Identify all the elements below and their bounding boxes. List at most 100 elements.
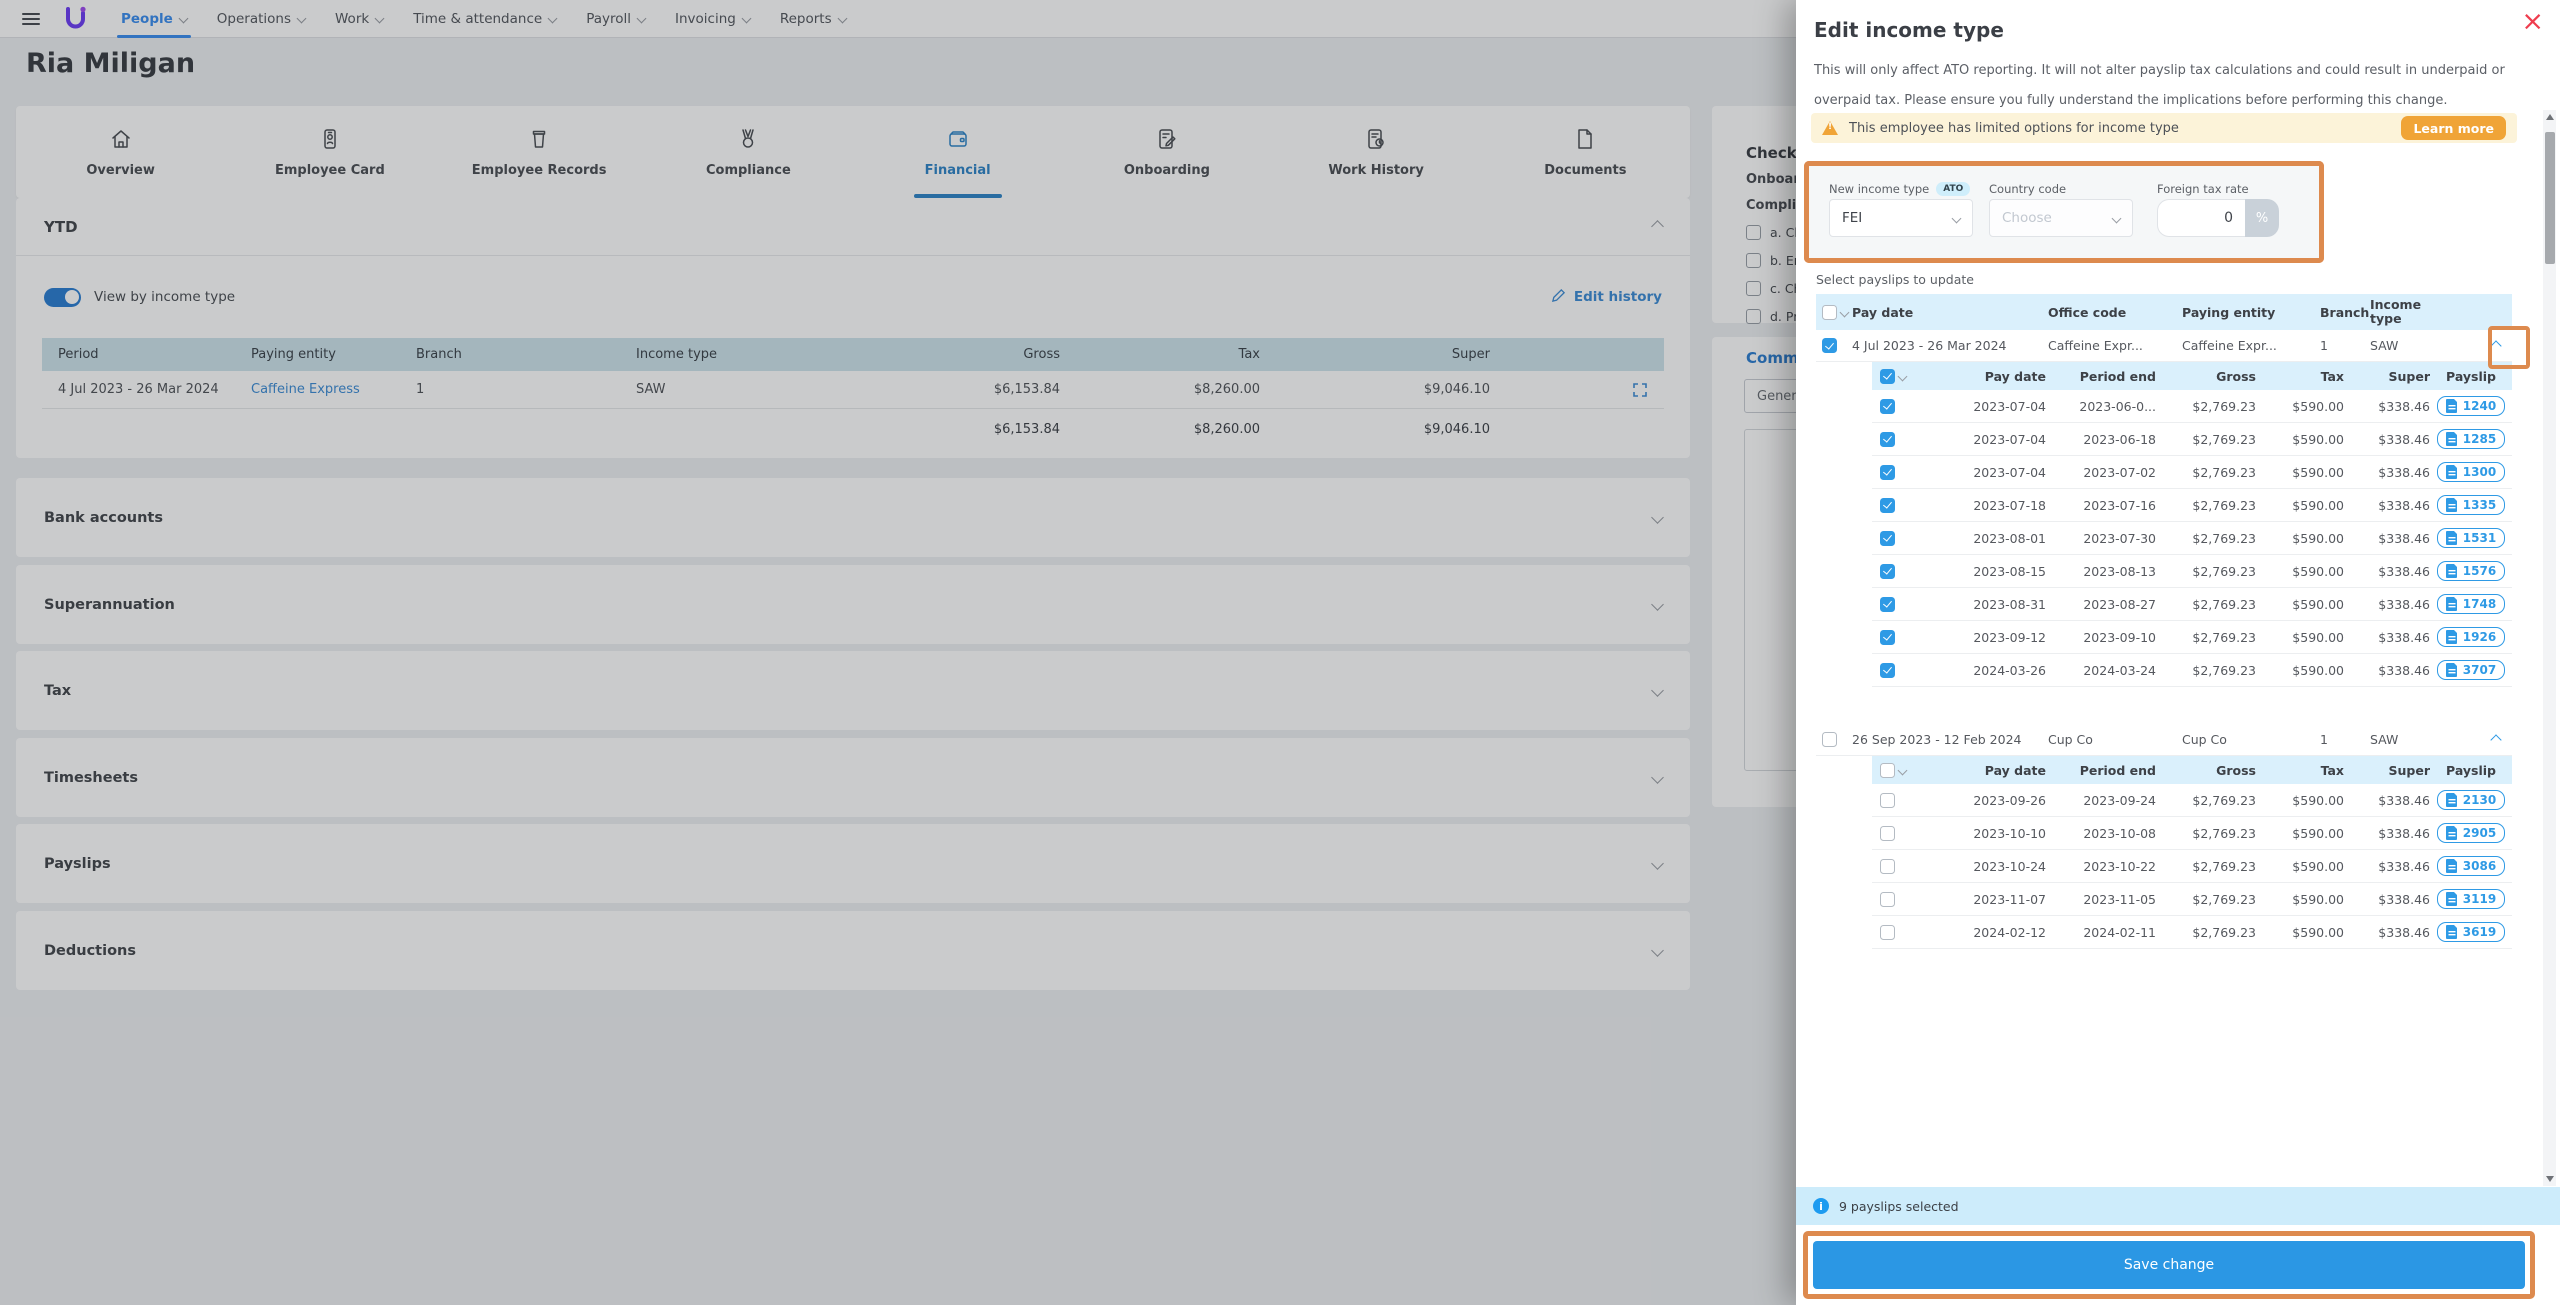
payslip-checkbox[interactable] (1880, 858, 1895, 874)
chevron-down-icon (1951, 213, 1962, 223)
cell-super: $338.46 (2378, 497, 2430, 513)
payslip-checkbox[interactable] (1880, 530, 1895, 546)
income-type-select[interactable]: FEI (1829, 199, 1973, 237)
foreign-tax-rate-field: % (2157, 199, 2279, 237)
scrollbar-thumb[interactable] (2544, 132, 2555, 264)
col-payslip: Payslip (2446, 368, 2496, 384)
payslip-row: 2023-11-07 2023-11-05 $2,769.23 $590.00 $338… (1872, 883, 2512, 916)
payslip-checkbox[interactable] (1880, 891, 1895, 907)
payslip-number: 1531 (2462, 531, 2497, 545)
payslip-link[interactable]: 2905 (2436, 823, 2506, 843)
payslip-link[interactable]: 1576 (2436, 561, 2506, 581)
col-branch: Branch (2320, 304, 2370, 320)
payslip-link[interactable]: 3707 (2436, 660, 2506, 680)
col-gross: Gross (2216, 368, 2256, 384)
payslip-checkbox[interactable] (1880, 924, 1895, 940)
save-change-button[interactable]: Save change (1813, 1241, 2525, 1289)
payslip-link[interactable]: 3086 (2436, 856, 2506, 876)
payslip-group-row[interactable]: 4 Jul 2023 - 26 Mar 2024 Caffeine Expr...… (1816, 330, 2512, 362)
payslip-link[interactable]: 1748 (2436, 594, 2506, 614)
group-checkbox[interactable] (1822, 338, 1837, 353)
group-pay-date: 26 Sep 2023 - 12 Feb 2024 (1852, 732, 2022, 747)
cell-pay-date: 2023-07-18 (1973, 497, 2046, 513)
edit-income-type-drawer: Edit income type × This will only affect… (1796, 0, 2560, 1305)
cell-tax: $590.00 (2292, 924, 2344, 940)
payslip-link[interactable]: 2130 (2436, 790, 2506, 810)
payslip-checkbox[interactable] (1880, 596, 1895, 612)
payslip-checkbox[interactable] (1880, 563, 1895, 579)
payslip-number: 1926 (2462, 630, 2497, 644)
payslip-number: 2905 (2462, 826, 2497, 840)
selection-info-bar: i 9 payslips selected (1796, 1187, 2560, 1225)
payslip-link[interactable]: 1300 (2436, 462, 2506, 482)
payslip-checkbox[interactable] (1880, 629, 1895, 645)
payslip-checkbox[interactable] (1880, 662, 1895, 678)
payslip-link[interactable]: 1285 (2436, 429, 2506, 449)
col-office-code: Office code (2048, 304, 2127, 320)
payslip-checkbox[interactable] (1880, 431, 1895, 447)
cell-pay-date: 2023-11-07 (1973, 891, 2046, 907)
cell-super: $338.46 (2378, 596, 2430, 612)
col-super: Super (2388, 762, 2431, 778)
group-select-all-checkbox[interactable] (1880, 368, 1895, 384)
payslip-inner-header: Pay date Period end Gross Tax Super Payslip (1872, 756, 2512, 784)
cell-super: $338.46 (2378, 858, 2430, 874)
drawer-scrollbar[interactable] (2543, 110, 2556, 1186)
payslip-number: 1300 (2462, 465, 2497, 479)
cell-super: $338.46 (2378, 398, 2430, 414)
cell-period-end: 2023-07-02 (2083, 464, 2156, 480)
group-select-all-checkbox[interactable] (1880, 762, 1895, 778)
payslip-link[interactable]: 3619 (2436, 922, 2506, 942)
group-checkbox[interactable] (1822, 732, 1837, 747)
scroll-down-icon[interactable] (2545, 1176, 2554, 1182)
learn-more-button[interactable]: Learn more (2401, 116, 2506, 140)
country-code-select[interactable]: Choose (1989, 199, 2133, 237)
chevron-down-icon[interactable] (1897, 371, 1908, 381)
payslip-number: 1285 (2462, 432, 2497, 446)
select-all-checkbox[interactable] (1822, 304, 1837, 320)
payslips-table: Pay date Office code Paying entity Branc… (1816, 294, 2512, 949)
payslip-row: 2023-07-04 2023-06-0... $2,769.23 $590.00 $3… (1872, 390, 2512, 423)
payslip-number: 3086 (2462, 859, 2497, 873)
cell-pay-date: 2023-09-26 (1973, 792, 2046, 808)
payslip-checkbox[interactable] (1880, 398, 1895, 414)
new-income-type-label: New income type ATO (1829, 182, 1971, 196)
cell-tax: $590.00 (2292, 398, 2344, 414)
group-paying-entity: Cup Co (2182, 732, 2227, 747)
group-office-code: Cup Co (2048, 732, 2093, 747)
payslip-checkbox[interactable] (1880, 464, 1895, 480)
payslip-number: 1335 (2462, 498, 2497, 512)
cell-tax: $590.00 (2292, 825, 2344, 841)
payslip-row: 2023-09-12 2023-09-10 $2,769.23 $590.00 $338… (1872, 621, 2512, 654)
payslip-row: 2023-08-15 2023-08-13 $2,769.23 $590.00 $338… (1872, 555, 2512, 588)
cell-tax: $590.00 (2292, 431, 2344, 447)
chevron-down-icon[interactable] (1897, 765, 1908, 775)
cell-period-end: 2023-07-30 (2083, 530, 2156, 546)
collapse-icon[interactable] (2490, 733, 2502, 746)
cell-gross: $2,769.23 (2192, 497, 2256, 513)
foreign-tax-rate-input[interactable] (2157, 199, 2245, 237)
payslip-link[interactable]: 1531 (2436, 528, 2506, 548)
payslip-group-row[interactable]: 26 Sep 2023 - 12 Feb 2024 Cup Co Cup Co 1 SA… (1816, 724, 2512, 756)
cell-gross: $2,769.23 (2192, 891, 2256, 907)
payslip-link[interactable]: 1240 (2436, 396, 2506, 416)
scroll-up-icon[interactable] (2545, 114, 2554, 120)
payslip-link[interactable]: 3119 (2436, 889, 2506, 909)
close-icon[interactable]: × (2521, 8, 2544, 35)
col-pay-date: Pay date (1984, 368, 2046, 384)
payslip-checkbox[interactable] (1880, 825, 1895, 841)
payslip-row: 2023-08-31 2023-08-27 $2,769.23 $590.00 $338… (1872, 588, 2512, 621)
payslip-checkbox[interactable] (1880, 792, 1895, 808)
payslip-link[interactable]: 1926 (2436, 627, 2506, 647)
col-income-type: Income type (2370, 297, 2422, 326)
collapse-icon[interactable] (2490, 339, 2502, 352)
cell-pay-date: 2023-08-31 (1973, 596, 2046, 612)
foreign-tax-rate-label: Foreign tax rate (2157, 182, 2249, 196)
cell-super: $338.46 (2378, 464, 2430, 480)
payslip-row: 2023-10-10 2023-10-08 $2,769.23 $590.00 $338… (1872, 817, 2512, 850)
cell-period-end: 2024-03-24 (2083, 662, 2156, 678)
cell-tax: $590.00 (2292, 891, 2344, 907)
payslip-link[interactable]: 1335 (2436, 495, 2506, 515)
payslip-checkbox[interactable] (1880, 497, 1895, 513)
chevron-down-icon[interactable] (1839, 307, 1850, 317)
